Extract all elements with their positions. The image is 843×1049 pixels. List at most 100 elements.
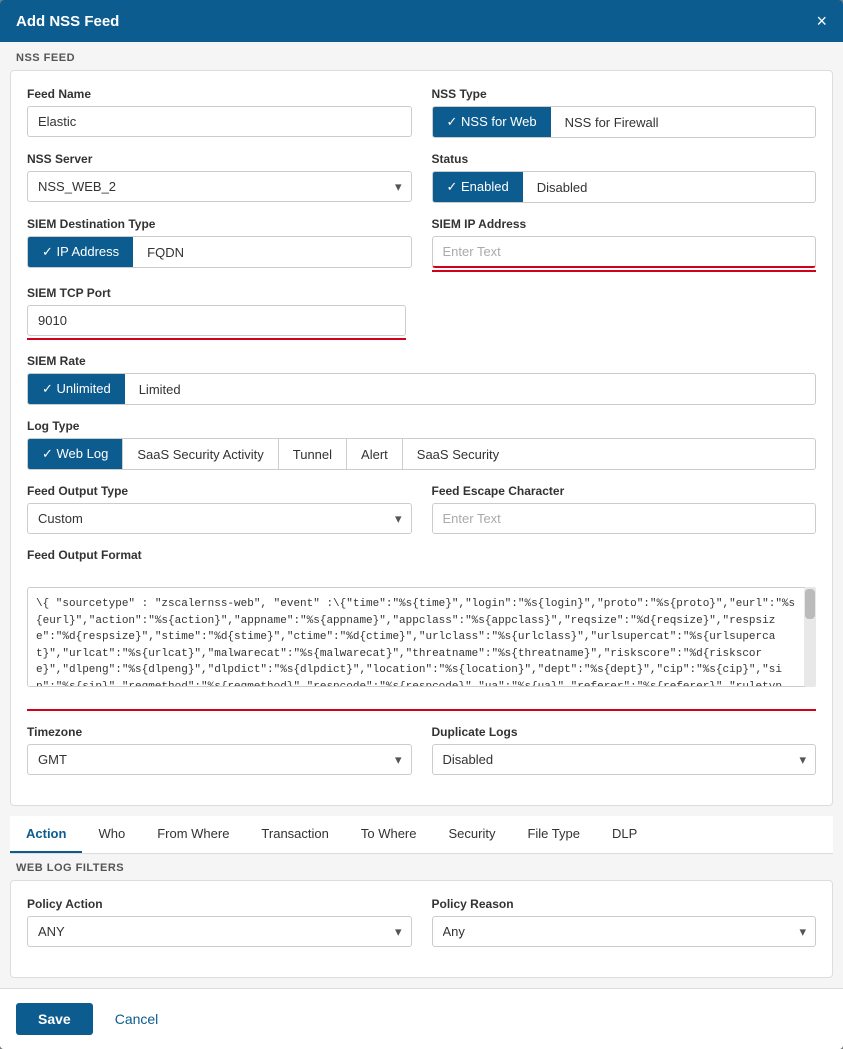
form-row-2: NSS Server NSS_WEB_2 Status ✓ Enabled Di… xyxy=(27,152,816,203)
saas-security-activity-button[interactable]: SaaS Security Activity xyxy=(123,439,278,469)
feed-name-group: Feed Name xyxy=(27,87,412,138)
timezone-group: Timezone GMT xyxy=(27,725,412,775)
nss-server-group: NSS Server NSS_WEB_2 xyxy=(27,152,412,203)
policy-action-label: Policy Action xyxy=(27,897,412,911)
nss-type-group: NSS Type ✓ NSS for Web NSS for Firewall xyxy=(432,87,817,138)
duplicate-logs-select-wrapper: Disabled xyxy=(432,744,817,775)
feed-output-type-group: Feed Output Type Custom xyxy=(27,484,412,534)
format-scrollbar[interactable] xyxy=(804,587,816,687)
limited-button[interactable]: Limited xyxy=(125,374,195,404)
tab-action[interactable]: Action xyxy=(10,816,82,853)
siem-dest-type-label: SIEM Destination Type xyxy=(27,217,412,231)
feed-output-type-label: Feed Output Type xyxy=(27,484,412,498)
form-row-7: Feed Output Type Custom Feed Escape Char… xyxy=(27,484,816,534)
feed-name-input[interactable] xyxy=(27,106,412,137)
ip-address-button[interactable]: ✓ IP Address xyxy=(28,237,133,267)
siem-tcp-port-input[interactable] xyxy=(27,305,406,336)
timezone-select[interactable]: GMT xyxy=(27,744,412,775)
modal-title: Add NSS Feed xyxy=(16,13,119,30)
status-group: Status ✓ Enabled Disabled xyxy=(432,152,817,203)
siem-tcp-port-error-line xyxy=(27,338,406,340)
form-row-6: Log Type ✓ Web Log SaaS Security Activit… xyxy=(27,419,816,470)
form-row-8: Feed Output Format \{ "sourcetype" : "zs… xyxy=(27,548,816,711)
tab-bar: Action Who From Where Transaction To Whe… xyxy=(10,816,833,854)
policy-action-select-wrapper: ANY xyxy=(27,916,412,947)
tab-who[interactable]: Who xyxy=(82,816,141,853)
modal-footer: Save Cancel xyxy=(0,988,843,1049)
duplicate-logs-label: Duplicate Logs xyxy=(432,725,817,739)
siem-dest-type-toggle: ✓ IP Address FQDN xyxy=(27,236,412,268)
nss-server-label: NSS Server xyxy=(27,152,412,166)
format-error-line xyxy=(27,709,816,711)
log-type-toggle: ✓ Web Log SaaS Security Activity Tunnel … xyxy=(27,438,816,470)
modal-body: NSS FEED Feed Name NSS Type ✓ NSS for We… xyxy=(0,42,843,988)
saas-security-button[interactable]: SaaS Security xyxy=(403,439,513,469)
nss-feed-form-card: Feed Name NSS Type ✓ NSS for Web NSS for… xyxy=(10,70,833,806)
policy-reason-select[interactable]: Any xyxy=(432,916,817,947)
feed-output-type-select[interactable]: Custom xyxy=(27,503,412,534)
disabled-button[interactable]: Disabled xyxy=(523,172,602,202)
log-type-label: Log Type xyxy=(27,419,816,433)
log-type-group: Log Type ✓ Web Log SaaS Security Activit… xyxy=(27,419,816,470)
policy-reason-label: Policy Reason xyxy=(432,897,817,911)
alert-button[interactable]: Alert xyxy=(347,439,403,469)
filter-card: Policy Action ANY Policy Reason Any xyxy=(10,880,833,978)
siem-rate-toggle: ✓ Unlimited Limited xyxy=(27,373,816,405)
siem-ip-error-line xyxy=(432,270,817,272)
siem-ip-input[interactable] xyxy=(432,236,817,268)
policy-reason-select-wrapper: Any xyxy=(432,916,817,947)
tab-from-where[interactable]: From Where xyxy=(141,816,245,853)
siem-ip-label: SIEM IP Address xyxy=(432,217,817,231)
format-box-wrapper: \{ "sourcetype" : "zscalernss-web", "eve… xyxy=(27,587,816,687)
siem-tcp-port-placeholder xyxy=(426,286,816,340)
filter-row: Policy Action ANY Policy Reason Any xyxy=(27,897,816,947)
siem-rate-label: SIEM Rate xyxy=(27,354,816,368)
form-row-1: Feed Name NSS Type ✓ NSS for Web NSS for… xyxy=(27,87,816,138)
tab-dlp[interactable]: DLP xyxy=(596,816,653,853)
modal-header: Add NSS Feed × xyxy=(0,0,843,42)
timezone-label: Timezone xyxy=(27,725,412,739)
nss-server-select-wrapper: NSS_WEB_2 xyxy=(27,171,412,202)
web-log-button[interactable]: ✓ Web Log xyxy=(28,439,123,469)
feed-escape-char-label: Feed Escape Character xyxy=(432,484,817,498)
cancel-button[interactable]: Cancel xyxy=(105,1003,169,1035)
nss-web-button[interactable]: ✓ NSS for Web xyxy=(433,107,551,137)
timezone-select-wrapper: GMT xyxy=(27,744,412,775)
format-scrollbar-thumb[interactable] xyxy=(805,589,815,619)
enabled-button[interactable]: ✓ Enabled xyxy=(433,172,523,202)
status-label: Status xyxy=(432,152,817,166)
siem-tcp-port-group: SIEM TCP Port xyxy=(27,286,406,340)
web-log-filters-label: WEB LOG FILTERS xyxy=(0,854,843,880)
siem-ip-group: SIEM IP Address xyxy=(432,217,817,272)
policy-reason-group: Policy Reason Any xyxy=(432,897,817,947)
form-row-4: SIEM TCP Port xyxy=(27,286,816,340)
policy-action-group: Policy Action ANY xyxy=(27,897,412,947)
feed-escape-char-input[interactable] xyxy=(432,503,817,534)
feed-escape-char-group: Feed Escape Character xyxy=(432,484,817,534)
tab-file-type[interactable]: File Type xyxy=(511,816,596,853)
nss-firewall-button[interactable]: NSS for Firewall xyxy=(551,107,673,137)
fqdn-button[interactable]: FQDN xyxy=(133,237,198,267)
close-button[interactable]: × xyxy=(816,12,827,30)
tunnel-button[interactable]: Tunnel xyxy=(279,439,347,469)
feed-output-format-label: Feed Output Format xyxy=(27,548,816,562)
nss-feed-section-label: NSS FEED xyxy=(0,42,843,70)
siem-rate-group: SIEM Rate ✓ Unlimited Limited xyxy=(27,354,816,405)
duplicate-logs-select[interactable]: Disabled xyxy=(432,744,817,775)
feed-output-type-select-wrapper: Custom xyxy=(27,503,412,534)
tab-to-where[interactable]: To Where xyxy=(345,816,433,853)
tab-transaction[interactable]: Transaction xyxy=(245,816,344,853)
duplicate-logs-group: Duplicate Logs Disabled xyxy=(432,725,817,775)
nss-type-toggle: ✓ NSS for Web NSS for Firewall xyxy=(432,106,817,138)
tab-security[interactable]: Security xyxy=(433,816,512,853)
nss-server-select[interactable]: NSS_WEB_2 xyxy=(27,171,412,202)
form-row-5: SIEM Rate ✓ Unlimited Limited xyxy=(27,354,816,405)
feed-output-format-box[interactable]: \{ "sourcetype" : "zscalernss-web", "eve… xyxy=(27,587,816,687)
save-button[interactable]: Save xyxy=(16,1003,93,1035)
nss-type-label: NSS Type xyxy=(432,87,817,101)
siem-dest-type-group: SIEM Destination Type ✓ IP Address FQDN xyxy=(27,217,412,272)
policy-action-select[interactable]: ANY xyxy=(27,916,412,947)
feed-name-label: Feed Name xyxy=(27,87,412,101)
unlimited-button[interactable]: ✓ Unlimited xyxy=(28,374,125,404)
form-row-9: Timezone GMT Duplicate Logs Disabled xyxy=(27,725,816,775)
